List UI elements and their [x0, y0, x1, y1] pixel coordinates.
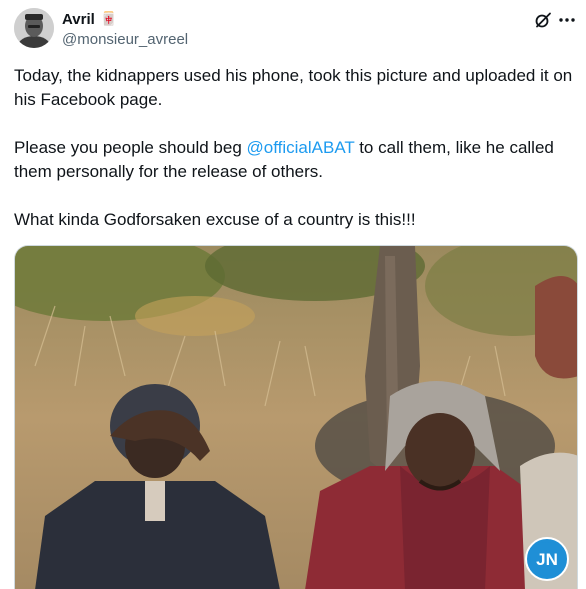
tweet-paragraph-3: What kinda Godforsaken excuse of a count…: [14, 210, 416, 229]
photo-scene: [15, 246, 577, 589]
tweet-paragraph-2-start: Please you people should beg: [14, 138, 247, 157]
more-options-button[interactable]: [556, 9, 578, 31]
mahjong-emoji-icon: 🀄: [100, 12, 117, 27]
more-icon: [559, 18, 575, 22]
grok-button[interactable]: [532, 9, 554, 31]
avatar[interactable]: [14, 8, 54, 48]
jn-watermark-logo: JN: [525, 537, 569, 581]
tweet-text: Today, the kidnappers used his phone, to…: [14, 64, 576, 256]
avatar-photo: [14, 8, 54, 48]
tweet-paragraph-2: Please you people should beg @officialAB…: [14, 136, 576, 184]
jn-logo-icon: JN: [530, 542, 564, 576]
author-handle[interactable]: @monsieur_avreel: [62, 31, 188, 49]
tweet-photo[interactable]: JN: [14, 245, 578, 589]
tweet-paragraph-1: Today, the kidnappers used his phone, to…: [14, 66, 573, 109]
mention-link[interactable]: @officialABAT: [247, 138, 355, 157]
author-display-name[interactable]: Avril: [62, 11, 95, 29]
tweet-card: Avril 🀄 @monsieur_avreel Today, the kidn…: [0, 0, 586, 589]
watermark-text: JN: [536, 550, 558, 569]
author-name-row: Avril 🀄: [62, 11, 117, 29]
grok-icon: [535, 12, 551, 28]
